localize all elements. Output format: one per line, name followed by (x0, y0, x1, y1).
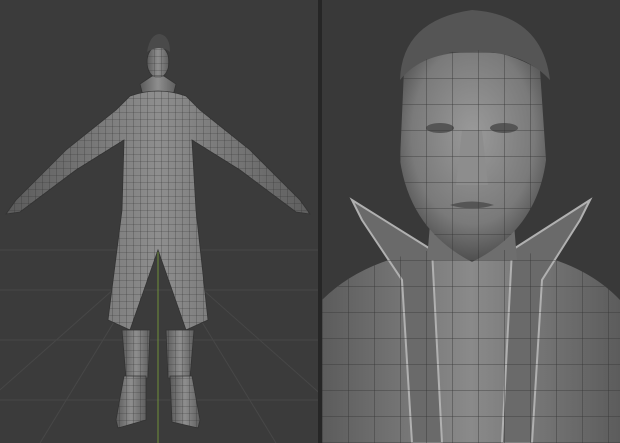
full-body-viewport[interactable] (0, 0, 318, 443)
floor-grid (0, 249, 318, 443)
wireframe-overlay (322, 50, 620, 443)
head-closeup-render (322, 10, 620, 443)
head-closeup-viewport[interactable] (322, 0, 620, 443)
viewport-container (0, 0, 620, 443)
full-body-render (0, 34, 318, 443)
